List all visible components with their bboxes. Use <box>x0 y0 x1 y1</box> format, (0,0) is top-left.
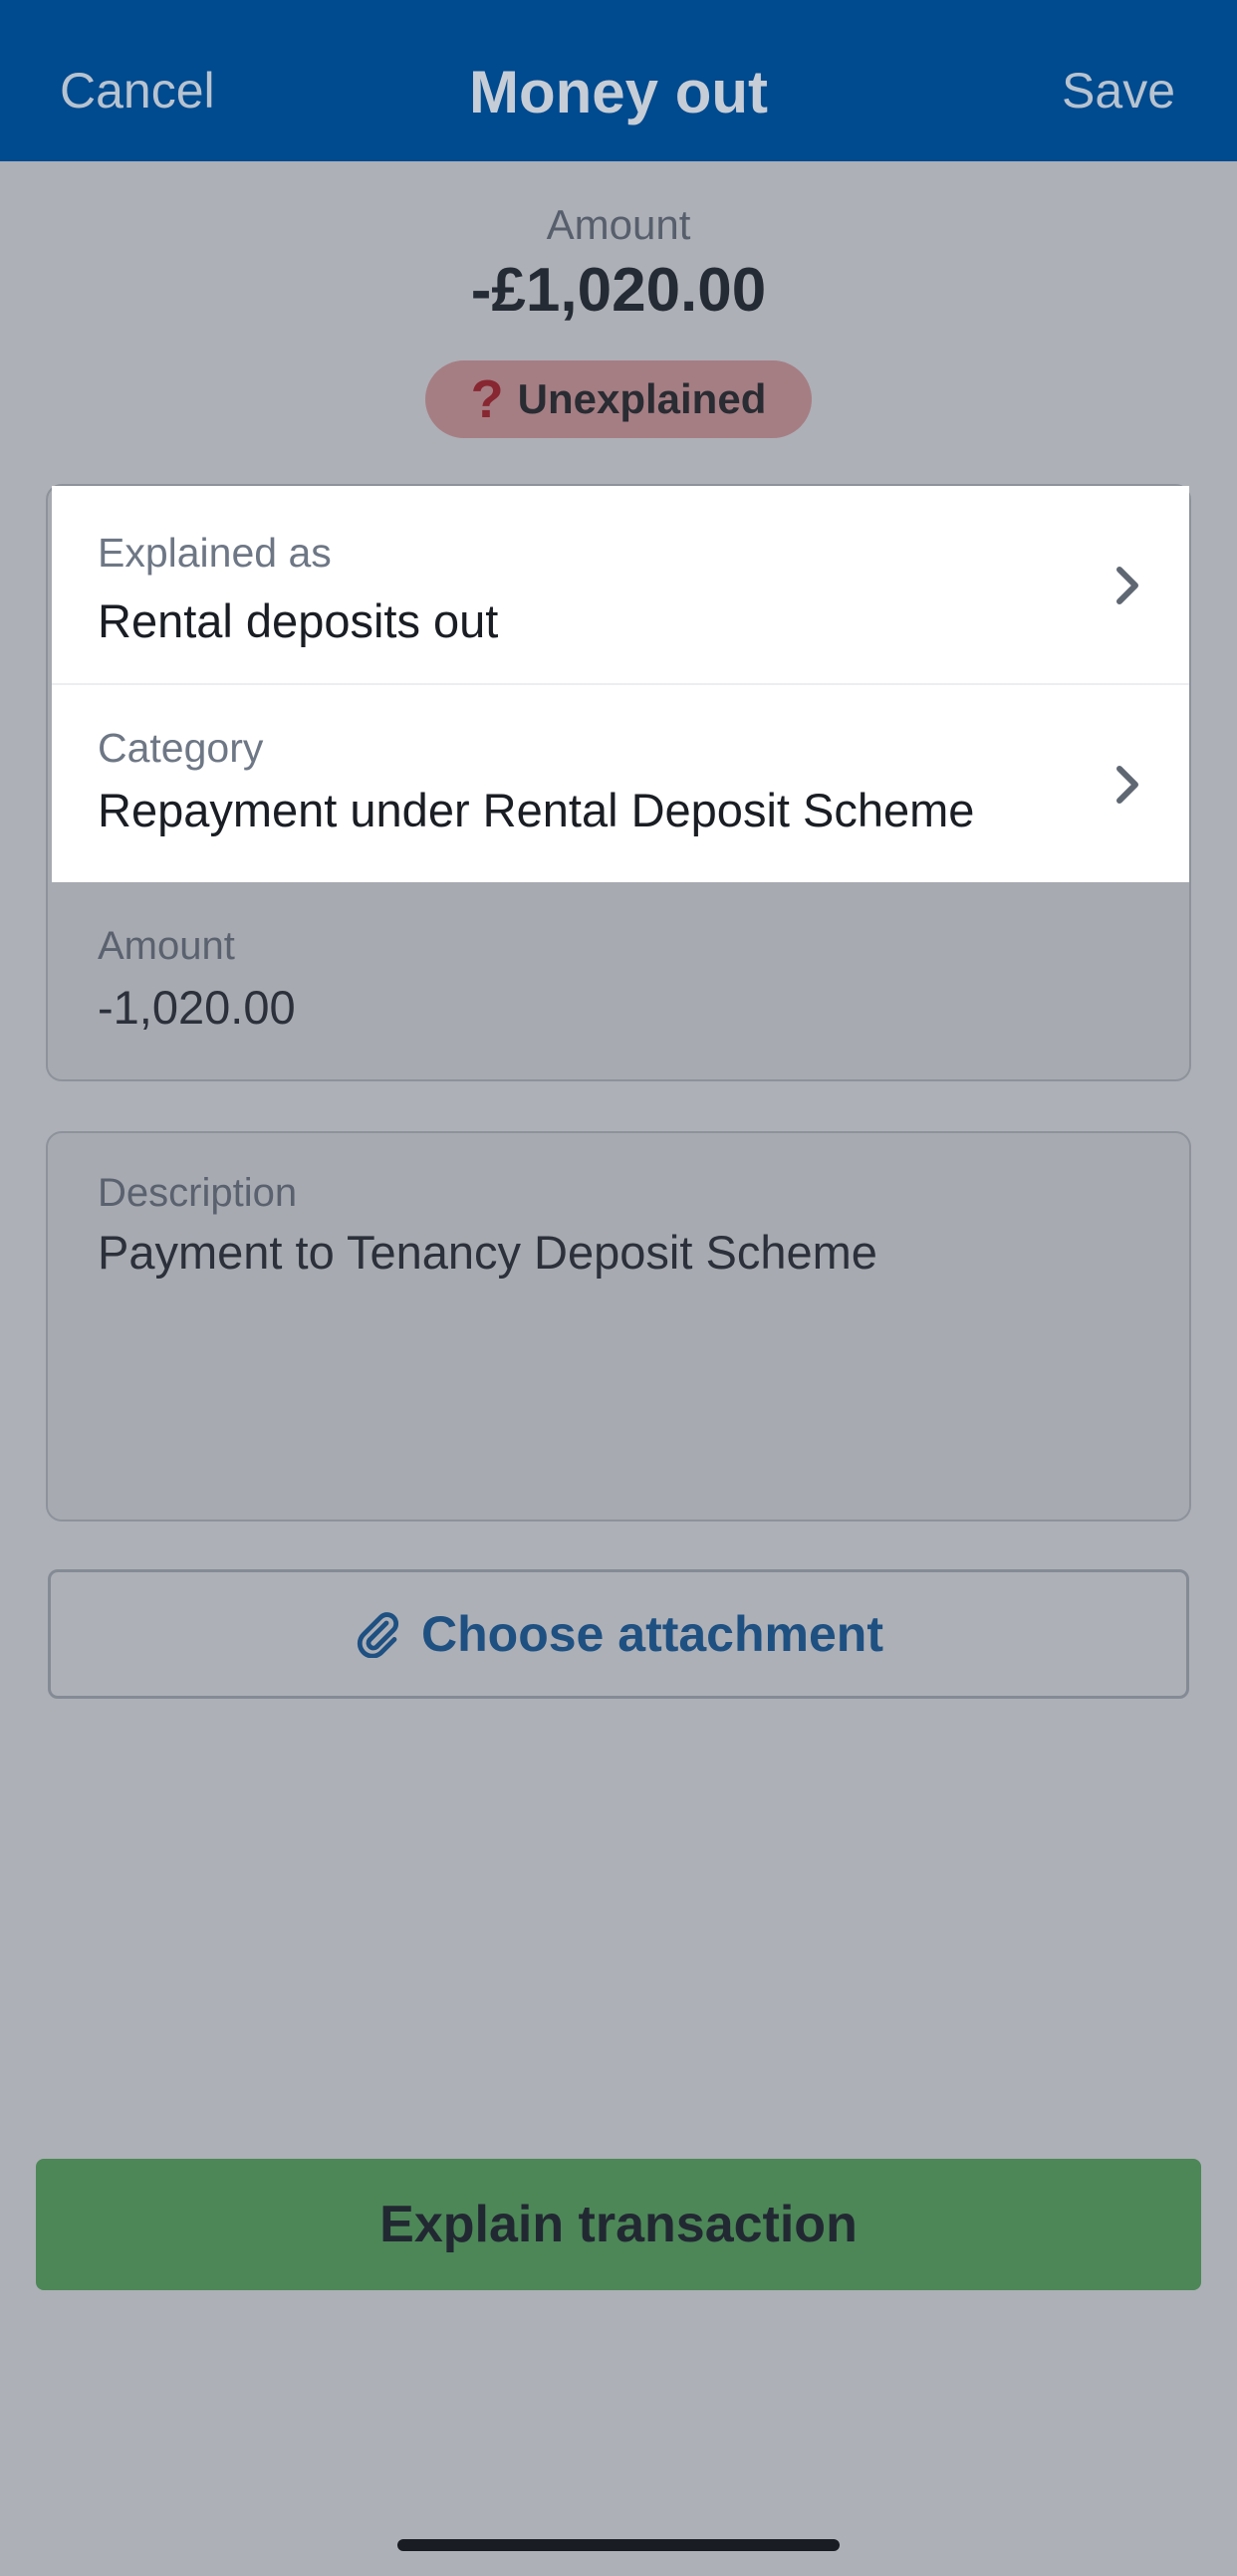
category-value: Repayment under Rental Deposit Scheme <box>98 784 975 836</box>
chevron-right-icon <box>1116 766 1138 804</box>
explained-as-row[interactable]: Explained as Rental deposits out <box>52 486 1189 685</box>
chevron-right-icon <box>1116 567 1138 604</box>
category-label: Category <box>98 725 264 771</box>
category-row[interactable]: Category Repayment under Rental Deposit … <box>52 685 1189 882</box>
highlighted-rows: Explained as Rental deposits out Categor… <box>52 486 1189 882</box>
nav-bar: Cancel Money out Save <box>0 0 1237 161</box>
save-button[interactable]: Save <box>1062 62 1175 119</box>
page-title: Money out <box>469 59 768 125</box>
explained-as-label: Explained as <box>98 530 332 576</box>
explained-as-value: Rental deposits out <box>98 594 499 647</box>
